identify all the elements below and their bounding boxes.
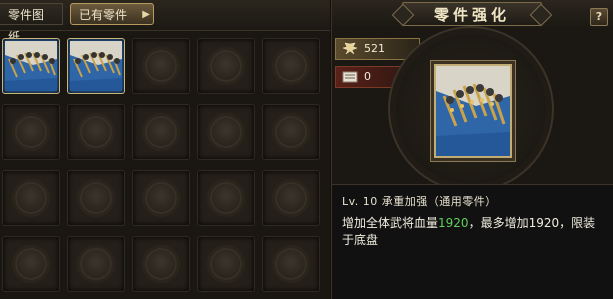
part-slot-empty[interactable] <box>67 104 125 160</box>
part-slot-empty[interactable] <box>67 236 125 292</box>
part-slot-empty[interactable] <box>197 38 255 94</box>
effect-prefix: 增加全体武将血量 <box>342 216 439 230</box>
empty-slot-medallion-icon <box>142 47 180 85</box>
part-slot-empty[interactable] <box>197 170 255 226</box>
armored-troops-icon <box>5 41 57 91</box>
part-slot-empty[interactable] <box>2 236 60 292</box>
part-slot-empty[interactable] <box>2 104 60 160</box>
tab-part-blueprints[interactable]: 零件图纸 <box>0 3 63 44</box>
empty-slot-medallion-icon <box>77 113 115 151</box>
empty-slot-medallion-icon <box>272 113 310 151</box>
resource-gold-value: 521 <box>364 42 385 55</box>
effect-value: 1920 <box>438 216 469 230</box>
empty-slot-medallion-icon <box>12 179 50 217</box>
empty-slot-medallion-icon <box>142 245 180 283</box>
empty-slot-medallion-icon <box>272 179 310 217</box>
help-button[interactable]: ? <box>590 8 608 26</box>
empty-slot-medallion-icon <box>77 179 115 217</box>
part-name: Lv. 10 承重加强（通用零件） <box>342 195 497 208</box>
part-enhance-panel: 零件强化 ? 521 0 Lv. 10 承重加强（通用零件） 增加全体武将血量1… <box>331 0 613 299</box>
empty-slot-medallion-icon <box>77 245 115 283</box>
selected-part-card[interactable] <box>434 64 512 158</box>
part-description-box: Lv. 10 承重加强（通用零件） 增加全体武将血量1920，最多增加1920，… <box>332 184 613 299</box>
empty-slot-medallion-icon <box>207 245 245 283</box>
part-slot-filled[interactable] <box>67 38 125 94</box>
tab-bar: 零件图纸 已有零件 ▶ <box>0 0 330 44</box>
empty-slot-medallion-icon <box>12 113 50 151</box>
empty-slot-medallion-icon <box>272 47 310 85</box>
part-effect-text: 增加全体武将血量1920，最多增加1920，限装于底盘 <box>342 215 604 249</box>
empty-slot-medallion-icon <box>207 179 245 217</box>
panel-header: 零件强化 ? <box>332 0 613 30</box>
part-slot-empty[interactable] <box>132 38 190 94</box>
resource-scroll-value: 0 <box>364 70 371 83</box>
part-slot-empty[interactable] <box>132 170 190 226</box>
empty-slot-medallion-icon <box>207 113 245 151</box>
part-slot-empty[interactable] <box>262 38 320 94</box>
empty-slot-medallion-icon <box>142 113 180 151</box>
part-display-frame <box>386 34 556 184</box>
part-slot-empty[interactable] <box>2 170 60 226</box>
empty-slot-medallion-icon <box>142 179 180 217</box>
scroll-icon <box>342 71 358 83</box>
part-slot-empty[interactable] <box>197 104 255 160</box>
empty-slot-medallion-icon <box>207 47 245 85</box>
panel-title: 零件强化 <box>402 2 542 26</box>
armored-troops-icon <box>436 66 510 156</box>
parts-inventory-panel: 零件图纸 已有零件 ▶ <box>0 0 330 299</box>
part-slot-empty[interactable] <box>67 170 125 226</box>
part-slot-empty[interactable] <box>132 104 190 160</box>
tab-owned-parts-label: 已有零件 <box>79 8 128 22</box>
part-slot-empty[interactable] <box>262 104 320 160</box>
empty-slot-medallion-icon <box>272 245 310 283</box>
armored-troops-icon <box>70 41 122 91</box>
part-slot-filled[interactable] <box>2 38 60 94</box>
gold-wings-icon <box>342 42 358 55</box>
part-slot-empty[interactable] <box>262 170 320 226</box>
part-slot-empty[interactable] <box>197 236 255 292</box>
arrow-right-icon: ▶ <box>142 9 150 20</box>
part-slot-empty[interactable] <box>262 236 320 292</box>
part-slot-empty[interactable] <box>132 236 190 292</box>
empty-slot-medallion-icon <box>12 245 50 283</box>
tab-owned-parts[interactable]: 已有零件 ▶ <box>70 3 154 25</box>
